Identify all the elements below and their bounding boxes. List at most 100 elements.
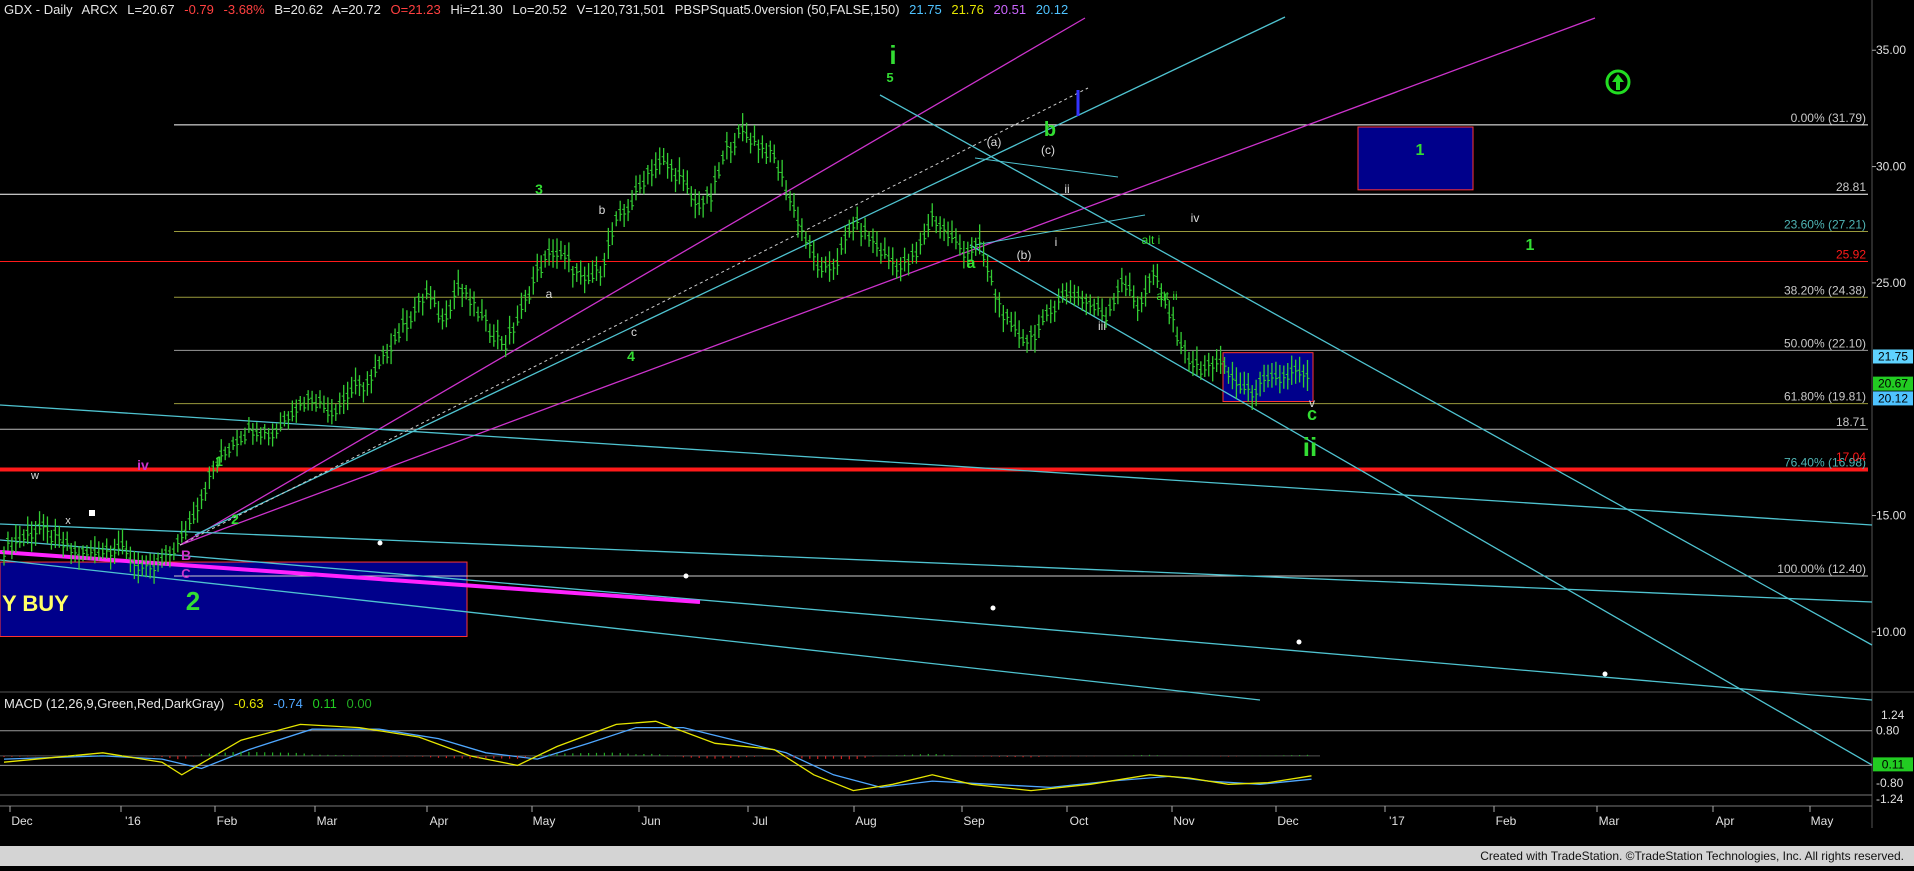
bid-value: B=20.62 — [274, 2, 324, 17]
wave-label: a — [546, 287, 553, 301]
wave-label: alt ii — [1156, 289, 1177, 303]
macd-signal-line — [3, 726, 1312, 789]
time-tick-label: Mar — [1599, 814, 1620, 828]
fib-label-5: 50.00% (22.10) — [1784, 336, 1866, 350]
dashed-trend — [179, 87, 1089, 546]
macd-axis-label: 1.24 — [1881, 708, 1905, 722]
trend-marker-3 — [1296, 639, 1302, 645]
time-tick-label: Dec — [1277, 814, 1298, 828]
wave-label: v — [1309, 396, 1315, 410]
price-tick-label: 25.00 — [1876, 276, 1906, 290]
up-arrow-icon-glyph — [1612, 74, 1624, 90]
indicator-value-1: 21.75 — [909, 2, 942, 17]
wave-b-channel-lower — [974, 214, 1146, 246]
change-percent: -3.68% — [223, 2, 265, 17]
trend-marker-0 — [377, 540, 383, 546]
trend-marker-4 — [1602, 671, 1608, 677]
time-tick-label: Mar — [317, 814, 338, 828]
square-marker — [89, 510, 95, 516]
fib-label-2: 23.60% (27.21) — [1784, 217, 1866, 231]
time-tick-label: '17 — [1389, 814, 1405, 828]
open-value: O=21.23 — [390, 2, 441, 17]
indicator-name: PBSPSquat5.0version (50,FALSE,150) — [674, 2, 900, 17]
macd-value-1: -0.63 — [233, 696, 264, 711]
macd-value-3: 0.11 — [312, 696, 337, 711]
wave-label: 2 — [231, 511, 239, 527]
indicator-value-3: 20.51 — [993, 2, 1027, 17]
wave-label: i — [889, 40, 896, 70]
time-tick-label: Feb — [1496, 814, 1517, 828]
wave-label: iv — [137, 457, 149, 473]
time-tick-label: Apr — [1716, 814, 1735, 828]
time-tick-label: '16 — [125, 814, 141, 828]
time-tick-label: Oct — [1070, 814, 1089, 828]
price-tick-label: 10.00 — [1876, 625, 1906, 639]
time-tick-label: Jul — [752, 814, 767, 828]
high-value: Hi=21.30 — [450, 2, 503, 17]
time-tick-label: Jun — [641, 814, 660, 828]
wave-label: 1 — [1526, 237, 1535, 254]
macd-axis-label: -0.80 — [1876, 776, 1904, 790]
last-price: L=20.67 — [127, 2, 175, 17]
fib-label-0: 0.00% (31.79) — [1791, 111, 1866, 125]
macd-value-4: 0.00 — [346, 696, 372, 711]
chart-window: 1Y BUY 0.00% (31.79) 28.81 23.60% (27.21) 25… — [0, 0, 1914, 866]
time-tick-label: Nov — [1173, 814, 1194, 828]
wave-label: (c) — [1041, 143, 1055, 157]
footer-credit: Created with TradeStation. ©TradeStation… — [1480, 849, 1904, 863]
wave-label: B — [181, 547, 191, 563]
wave-label: 5 — [886, 70, 893, 85]
time-tick-label: May — [533, 814, 556, 828]
time-tick-label: Apr — [430, 814, 449, 828]
fib-label-10: 100.00% (12.40) — [1777, 562, 1866, 576]
time-tick-label: Sep — [963, 814, 985, 828]
trend-marker-1 — [683, 573, 689, 579]
wave-label: alt i — [1142, 233, 1161, 247]
symbol-label: GDX - Daily — [4, 2, 73, 17]
price-tick-label: 35.00 — [1876, 43, 1906, 57]
indicator-value-4: 20.12 — [1035, 2, 1069, 17]
macd-badge: 0.11 — [1882, 757, 1905, 771]
time-tick-label: May — [1811, 814, 1834, 828]
price-badge: 21.75 — [1878, 349, 1908, 363]
price-badge: 20.67 — [1878, 377, 1908, 391]
wave-label: iii — [1098, 319, 1106, 333]
chart-header: GDX - Daily ARCX L=20.67 -0.79 -3.68% B=… — [4, 2, 1074, 17]
wave-label: 3 — [535, 181, 543, 197]
macd-axis-label: 0.80 — [1876, 724, 1900, 738]
low-value: Lo=20.52 — [512, 2, 567, 17]
wave-label: b — [599, 203, 606, 217]
wave-label: a — [967, 255, 976, 272]
price-tick-label: 30.00 — [1876, 160, 1906, 174]
macd-axis-label: -1.24 — [1876, 792, 1904, 806]
box-label-1: 1 — [1416, 142, 1425, 159]
exchange-label: ARCX — [81, 2, 118, 17]
time-tick-label: Feb — [217, 814, 238, 828]
magenta-channel-lower-ext — [179, 17, 1596, 546]
wave-label: (b) — [1017, 248, 1032, 262]
wave-label: 1 — [215, 453, 223, 469]
macd-header: MACD (12,26,9,Green,Red,DarkGray) -0.63 … — [4, 696, 378, 711]
wave-label: b — [1044, 119, 1056, 141]
fib-label-6: 61.80% (19.81) — [1784, 390, 1866, 404]
price-chart: 1Y BUY0.00% (31.79)28.8123.60% (27.21)25… — [0, 0, 1914, 866]
ask-value: A=20.72 — [332, 2, 381, 17]
time-tick-label: Dec — [11, 814, 32, 828]
wave-b-channel-upper — [974, 157, 1119, 178]
volume-value: V=120,731,501 — [576, 2, 666, 17]
fib-label-7: 18.71 — [1836, 415, 1866, 429]
box-label-buy: Y BUY — [2, 591, 69, 616]
price-badge: 20.12 — [1878, 391, 1908, 405]
wave-label: c — [631, 325, 637, 339]
fib-label-4: 38.20% (24.38) — [1784, 283, 1866, 297]
wave-label: ii — [1303, 432, 1317, 462]
wave-label: iv — [1191, 211, 1200, 225]
wave-label: (a) — [987, 135, 1002, 149]
buy-zone-box — [0, 561, 468, 637]
trend-marker-2 — [990, 605, 996, 611]
fib-label-1: 28.81 — [1836, 180, 1866, 194]
fib-label-3: 25.92 — [1836, 247, 1866, 261]
wave-label: 4 — [627, 348, 635, 364]
fib-label-9: 17.04 — [1836, 450, 1866, 464]
wave-label: x — [65, 515, 71, 527]
